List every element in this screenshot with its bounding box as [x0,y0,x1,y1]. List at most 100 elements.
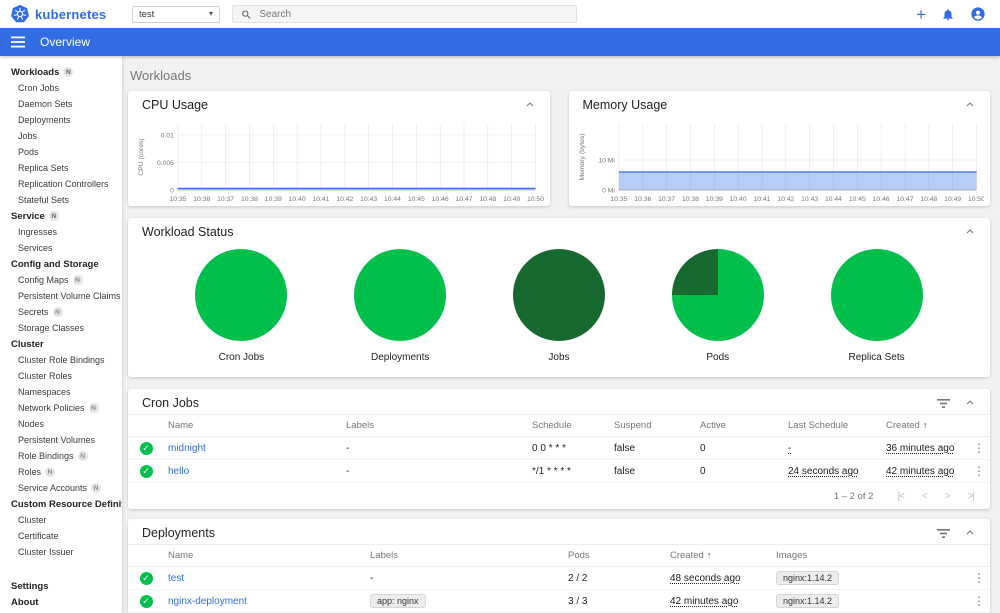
sidebar-item-label: Jobs [18,131,38,141]
row-menu-button[interactable]: ⋮ [970,464,988,478]
sidebar-item-config-maps[interactable]: Config Maps N [0,272,122,288]
cron-jobs-column-schedule[interactable]: Schedule [528,414,610,437]
kubernetes-logo[interactable]: kubernetes [10,4,114,24]
sidebar-item-label: Ingresses [18,227,58,237]
sidebar-item-persistent-volumes[interactable]: Persistent Volumes [0,432,122,448]
svg-text:10:40: 10:40 [289,196,306,203]
svg-text:0.005: 0.005 [157,160,174,167]
status-success-icon: ✓ [139,594,153,608]
search-input[interactable] [259,8,568,20]
row-menu-button[interactable]: ⋮ [970,594,988,608]
create-button[interactable]: + [916,6,926,23]
cron-jobs-column-last-schedule[interactable]: Last Schedule [784,414,882,437]
sidebar-item-replica-sets[interactable]: Replica Sets [0,160,122,176]
sidebar-item-roles[interactable]: Roles N [0,464,122,480]
sidebar-item-role-bindings[interactable]: Role Bindings N [0,448,122,464]
sidebar-item-label: Settings [11,580,49,592]
svg-text:10:47: 10:47 [456,196,473,203]
card-title: Cron Jobs [142,396,199,410]
sidebar-section-label: Service [11,210,45,222]
cron-job-row[interactable]: ✓ hello - */1 * * * * false 0 24 seconds ago 42… [128,459,990,483]
deployments-column-labels[interactable]: Labels [366,544,564,567]
sidebar-item-cluster-issuer[interactable]: Cluster Issuer [0,544,122,560]
cron-job-row[interactable]: ✓ midnight - 0 0 * * * false 0 - 36 minutes ago… [128,436,990,460]
namespace-badge: N [52,307,63,317]
collapse-icon[interactable] [524,99,536,111]
sidebar-item-services[interactable]: Services [0,240,122,256]
sidebar-item-certificate[interactable]: Certificate [0,528,122,544]
next-page-button[interactable]: > [945,491,951,502]
cron-jobs-column-name[interactable]: Name [164,414,342,437]
column-header-label: Labels [346,420,374,431]
cron-jobs-column-labels[interactable]: Labels [342,414,528,437]
cron-job-last-schedule: - [788,442,792,454]
cron-jobs-column-suspend[interactable]: Suspend [610,414,696,437]
sidebar-item-cluster-role-bindings[interactable]: Cluster Role Bindings [0,352,122,368]
sidebar-item-cluster[interactable]: Cluster [0,512,122,528]
sidebar-item-jobs[interactable]: Jobs [0,128,122,144]
pagination-controls: |< < > >| [897,491,976,502]
row-menu-button[interactable]: ⋮ [970,571,988,585]
sidebar-item-service-accounts[interactable]: Service Accounts N [0,480,122,496]
collapse-icon[interactable] [964,226,976,238]
collapse-icon[interactable] [964,527,976,539]
account-icon[interactable] [970,6,986,22]
donut-chart[interactable] [671,249,764,341]
svg-text:10:50: 10:50 [527,196,543,203]
deployment-row[interactable]: ✓ nginx-deployment app: nginx 3 / 3 42 minut… [128,589,990,613]
sidebar-item-about[interactable]: About [0,594,122,610]
sidebar-item-deployments[interactable]: Deployments [0,112,122,128]
sidebar-item-network-policies[interactable]: Network Policies N [0,400,122,416]
sidebar-section-workloads[interactable]: Workloads N [0,64,122,80]
deployment-name-link[interactable]: test [168,573,184,584]
collapse-icon[interactable] [964,99,976,111]
cron-job-name-link[interactable]: midnight [168,443,206,454]
filter-list-icon[interactable] [937,528,950,539]
sidebar-item-cron-jobs[interactable]: Cron Jobs [0,80,122,96]
sidebar-item-replication-controllers[interactable]: Replication Controllers [0,176,122,192]
sidebar-item-persistent-volume-claims[interactable]: Persistent Volume ClaimsN [0,288,122,304]
sidebar-item-namespaces[interactable]: Namespaces [0,384,122,400]
sidebar-item-cluster-roles[interactable]: Cluster Roles [0,368,122,384]
sidebar-section-service[interactable]: Service N [0,208,122,224]
cron-jobs-column-active[interactable]: Active [696,414,784,437]
deployments-column-images[interactable]: Images [772,544,966,567]
deployments-column-blank [966,544,990,567]
row-menu-button[interactable]: ⋮ [970,441,988,455]
deployment-row[interactable]: ✓ test - 2 / 2 48 seconds ago nginx:1.14.2 ⋮ [128,566,990,590]
donut-chart[interactable] [195,249,288,341]
sidebar-item-secrets[interactable]: Secrets N [0,304,122,320]
label-chip: app: nginx [370,594,426,608]
deployments-column-created[interactable]: Created ↑ [666,544,772,567]
sidebar-item-label: Replica Sets [18,163,69,173]
sidebar-item-settings[interactable]: Settings [0,578,122,594]
deployments-column-name[interactable]: Name [164,544,366,567]
notifications-icon[interactable] [941,7,955,22]
namespace-selector[interactable]: test ▾ [132,5,220,23]
card-title: Memory Usage [582,98,668,112]
sidebar-item-ingresses[interactable]: Ingresses [0,224,122,240]
donut-chart[interactable] [830,249,923,341]
filter-list-icon[interactable] [937,398,950,409]
collapse-icon[interactable] [964,397,976,409]
workload-donut-jobs: Jobs [512,249,605,363]
last-page-button[interactable]: >| [968,491,976,502]
donut-chart[interactable] [512,249,605,341]
sidebar-item-daemon-sets[interactable]: Daemon Sets [0,96,122,112]
donut-chart[interactable] [354,249,447,341]
menu-icon[interactable] [11,36,25,48]
first-page-button[interactable]: |< [897,491,905,502]
deployments-column-pods[interactable]: Pods [564,544,666,567]
sidebar-item-stateful-sets[interactable]: Stateful Sets [0,192,122,208]
deployment-pods: 3 / 3 [568,595,588,607]
cron-jobs-column-created[interactable]: Created ↑ [882,414,966,437]
cron-job-name-link[interactable]: hello [168,466,189,477]
status-success-icon: ✓ [139,464,153,478]
sidebar-item-pods[interactable]: Pods [0,144,122,160]
prev-page-button[interactable]: < [922,491,928,502]
sidebar-item-nodes[interactable]: Nodes [0,416,122,432]
card-header: CPU Usage [128,91,550,116]
search-bar[interactable] [232,5,577,23]
sidebar-item-storage-classes[interactable]: Storage Classes [0,320,122,336]
deployment-name-link[interactable]: nginx-deployment [168,596,247,607]
